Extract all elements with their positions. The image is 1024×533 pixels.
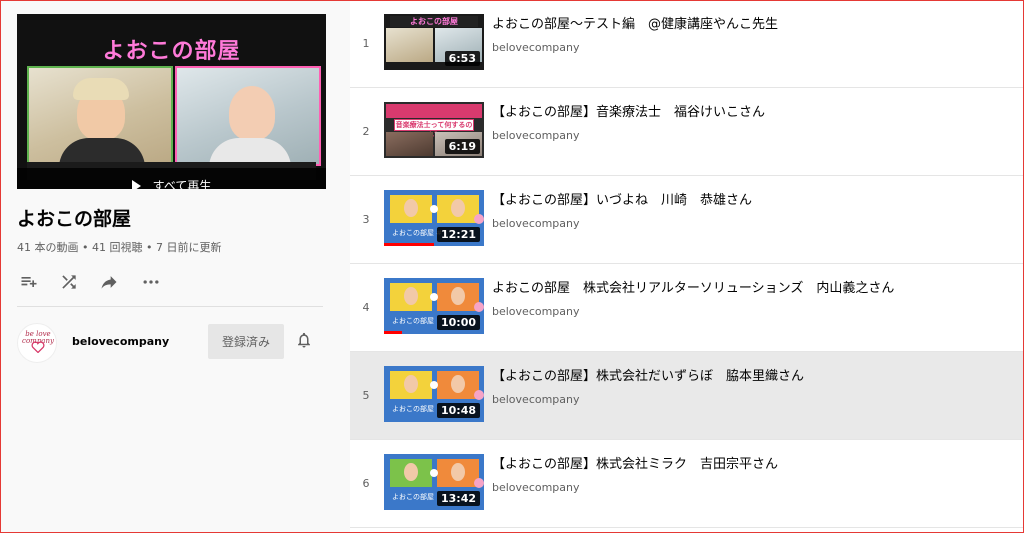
list-item[interactable]: 6 よおこの部屋 13:42 【よおこの部屋】株式会社ミラク 吉田宗平さん be…: [350, 440, 1024, 527]
thumbnail-caption: よおこの部屋: [390, 16, 478, 27]
thumbnail-panel-left: [390, 195, 432, 223]
thumbnail-panel-left: [386, 28, 433, 62]
sidebar-divider: [17, 306, 323, 307]
list-item[interactable]: 1 よおこの部屋 6:53 よおこの部屋～テスト編 @健康講座やんこ先生 bel…: [350, 0, 1024, 87]
video-thumbnail[interactable]: よおこの部屋 13:42: [384, 454, 484, 510]
thumbnail-dot: [430, 205, 438, 213]
thumbnail-dot: [430, 469, 438, 477]
person-figure: [219, 76, 285, 140]
thumbnail-caption: よおこの部屋 #: [392, 229, 443, 237]
video-title[interactable]: 【よおこの部屋】株式会社ミラク 吉田宗平さん: [492, 453, 1012, 472]
thumbnail-accent: [474, 214, 484, 224]
video-thumbnail[interactable]: よおこの部屋 6:53: [384, 14, 484, 70]
heart-icon: [31, 341, 45, 353]
watch-progress-bar: [384, 331, 402, 334]
thumbnail-panel-left: [390, 459, 432, 487]
thumbnail-banner: [386, 104, 482, 118]
watch-progress-bar: [384, 243, 434, 246]
thumbnail-panel-right: [437, 283, 479, 311]
hero-banner-text: よおこの部屋: [102, 39, 241, 64]
item-index: 1: [362, 37, 370, 50]
video-thumbnail[interactable]: よおこの部屋 10:48: [384, 366, 484, 422]
thumbnail-panel-left: [390, 283, 432, 311]
duration-badge: 12:21: [436, 227, 480, 242]
item-index: 3: [362, 213, 370, 226]
list-item[interactable]: 2 音楽療法士って何するのん？ 6:19 【よおこの部屋】音楽療法士 福谷けいこ…: [350, 88, 1024, 175]
thumbnail-caption: 音楽療法士って何するのん？: [394, 119, 474, 139]
video-channel[interactable]: belovecompany: [492, 217, 580, 230]
duration-badge: 10:48: [436, 403, 480, 418]
playlist-sidebar: よおこの部屋 すべて再生 よおこの部屋 41 本の動画 • 41 回視聴 • 7…: [0, 0, 350, 533]
thumbnail-panel-right: [437, 371, 479, 399]
thumbnail-dot: [430, 293, 438, 301]
shuffle-icon[interactable]: [57, 270, 81, 294]
thumbnail-panel-left: [390, 371, 432, 399]
playlist-actions: [17, 270, 177, 294]
playlist-items: 1 よおこの部屋 6:53 よおこの部屋～テスト編 @健康講座やんこ先生 bel…: [350, 0, 1024, 533]
video-channel[interactable]: belovecompany: [492, 41, 580, 54]
playlist-title: よおこの部屋: [17, 208, 132, 230]
video-title[interactable]: 【よおこの部屋】株式会社だいずらぼ 脇本里織さん: [492, 365, 1012, 384]
video-thumbnail[interactable]: よおこの部屋 # 12:21: [384, 190, 484, 246]
thumbnail-caption: よおこの部屋: [392, 493, 434, 501]
person-figure: [73, 78, 129, 140]
thumbnail-caption: よおこの部屋: [392, 317, 434, 325]
video-title[interactable]: よおこの部屋 株式会社リアルターソリューションズ 内山義之さん: [492, 277, 1012, 296]
share-icon[interactable]: [97, 270, 121, 294]
list-item[interactable]: 5 よおこの部屋 10:48 【よおこの部屋】株式会社だいずらぼ 脇本里織さん …: [350, 352, 1024, 439]
video-channel[interactable]: belovecompany: [492, 393, 580, 406]
item-index: 2: [362, 125, 370, 138]
playlist-owner: be love company belovecompany 登録済み: [17, 323, 323, 363]
thumbnail-accent: [474, 390, 484, 400]
thumbnail-accent: [474, 302, 484, 312]
more-icon[interactable]: [139, 270, 163, 294]
row-divider: [350, 527, 1024, 528]
thumbnail-caption: よおこの部屋: [392, 405, 434, 413]
play-all-label: すべて再生: [152, 179, 212, 189]
thumbnail-panel-right: [437, 459, 479, 487]
video-channel[interactable]: belovecompany: [492, 129, 580, 142]
item-index: 6: [362, 477, 370, 490]
thumbnail-dot: [430, 381, 438, 389]
playlist-stats: 41 本の動画 • 41 回視聴 • 7 日前に更新: [17, 241, 222, 254]
video-channel[interactable]: belovecompany: [492, 305, 580, 318]
video-channel[interactable]: belovecompany: [492, 481, 580, 494]
add-to-queue-icon[interactable]: [17, 270, 41, 294]
play-all-button[interactable]: すべて再生: [17, 168, 326, 189]
thumbnail-panel-right: [437, 195, 479, 223]
avatar[interactable]: be love company: [17, 323, 57, 363]
video-thumbnail[interactable]: 音楽療法士って何するのん？ 6:19: [384, 102, 484, 158]
subscribe-button[interactable]: 登録済み: [208, 324, 284, 359]
list-item[interactable]: 3 よおこの部屋 # 12:21 【よおこの部屋】いづよね 川崎 恭雄さん be…: [350, 176, 1024, 263]
video-title[interactable]: 【よおこの部屋】いづよね 川崎 恭雄さん: [492, 189, 1012, 208]
video-title[interactable]: 【よおこの部屋】音楽療法士 福谷けいこさん: [492, 101, 1012, 120]
playlist-hero-thumbnail[interactable]: よおこの部屋 すべて再生: [17, 14, 326, 189]
duration-badge: 13:42: [436, 491, 480, 506]
thumbnail-accent: [474, 478, 484, 488]
item-index: 5: [362, 389, 370, 402]
play-icon: [131, 179, 141, 189]
duration-badge: 10:00: [436, 315, 480, 330]
duration-badge: 6:19: [444, 139, 480, 154]
hero-camera-right: [175, 66, 321, 168]
video-thumbnail[interactable]: よおこの部屋 10:00: [384, 278, 484, 334]
bell-icon[interactable]: [295, 331, 315, 351]
list-item[interactable]: 4 よおこの部屋 10:00 よおこの部屋 株式会社リアルターソリューションズ …: [350, 264, 1024, 351]
video-title[interactable]: よおこの部屋～テスト編 @健康講座やんこ先生: [492, 13, 1012, 32]
hero-camera-left: [27, 66, 173, 168]
duration-badge: 6:53: [444, 51, 480, 66]
item-index: 4: [362, 301, 370, 314]
owner-name[interactable]: belovecompany: [72, 335, 169, 348]
thumbnail-panel-left: [386, 132, 433, 156]
